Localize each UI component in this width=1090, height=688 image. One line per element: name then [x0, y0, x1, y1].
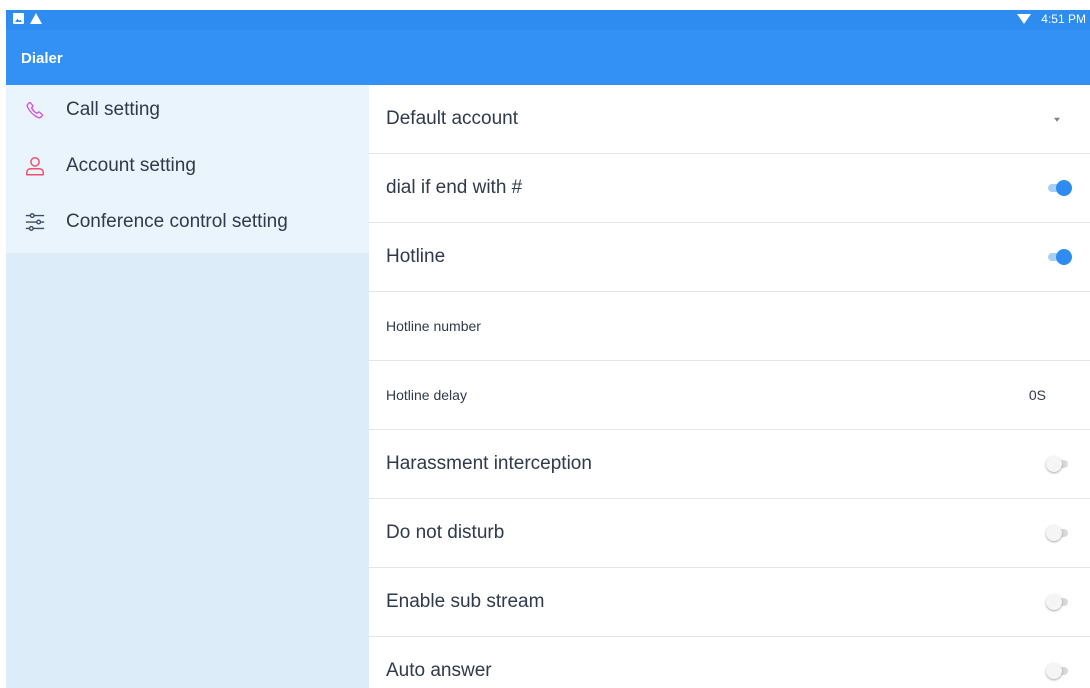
status-right: 4:51 PM: [1017, 12, 1086, 26]
sidebar-item-account-setting[interactable]: Account setting: [6, 155, 369, 211]
dial-if-end-with-hash-row[interactable]: dial if end with #: [369, 154, 1090, 223]
do-not-disturb-toggle[interactable]: [1046, 525, 1072, 541]
hotline-row[interactable]: Hotline: [369, 223, 1090, 292]
harassment-interception-toggle[interactable]: [1046, 456, 1072, 472]
sliders-icon: [24, 211, 46, 233]
dropdown-arrow-icon[interactable]: [1054, 117, 1060, 122]
hotline-delay-value: 0S: [1028, 387, 1046, 403]
toggle-thumb: [1056, 249, 1072, 265]
enable-sub-stream-toggle[interactable]: [1046, 594, 1072, 610]
image-icon: [13, 13, 24, 24]
sidebar-item-conference-control-setting[interactable]: Conference control setting: [6, 211, 369, 267]
auto-answer-toggle[interactable]: [1046, 663, 1072, 679]
harassment-interception-label: Harassment interception: [386, 453, 592, 474]
hotline-number-label: Hotline number: [386, 318, 481, 334]
dial-if-end-with-hash-label: dial if end with #: [386, 177, 523, 198]
sidebar-item-label: Call setting: [66, 99, 160, 120]
warning-icon: [30, 13, 42, 24]
hotline-delay-label: Hotline delay: [386, 387, 467, 403]
hotline-delay-row[interactable]: Hotline delay 0S: [369, 361, 1090, 430]
hotline-number-row[interactable]: Hotline number: [369, 292, 1090, 361]
app-title: Dialer: [21, 50, 63, 67]
toggle-thumb: [1056, 180, 1072, 196]
default-account-row[interactable]: Default account: [369, 85, 1090, 154]
status-bar: 4:51 PM: [6, 10, 1090, 30]
auto-answer-row[interactable]: Auto answer: [369, 637, 1090, 688]
toggle-thumb: [1046, 594, 1062, 610]
sidebar-menu: Call setting Account setting Conference …: [6, 85, 369, 253]
hotline-label: Hotline: [386, 246, 446, 267]
hotline-toggle[interactable]: [1046, 249, 1072, 265]
toggle-thumb: [1046, 663, 1062, 679]
settings-list: Default account dial if end with # Hotli…: [369, 85, 1090, 688]
sidebar-item-call-setting[interactable]: Call setting: [6, 99, 369, 155]
default-account-label: Default account: [386, 108, 519, 129]
harassment-interception-row[interactable]: Harassment interception: [369, 430, 1090, 499]
dial-if-end-with-hash-toggle[interactable]: [1046, 180, 1072, 196]
auto-answer-label: Auto answer: [386, 660, 492, 681]
phone-icon: [24, 99, 46, 121]
do-not-disturb-label: Do not disturb: [386, 522, 505, 543]
toggle-thumb: [1046, 525, 1062, 541]
toggle-thumb: [1046, 456, 1062, 472]
wifi-icon: [1017, 14, 1032, 24]
do-not-disturb-row[interactable]: Do not disturb: [369, 499, 1090, 568]
app-bar: Dialer: [6, 30, 1090, 85]
enable-sub-stream-row[interactable]: Enable sub stream: [369, 568, 1090, 637]
person-icon: [24, 155, 46, 177]
enable-sub-stream-label: Enable sub stream: [386, 591, 545, 612]
sidebar: Call setting Account setting Conference …: [6, 85, 369, 688]
sidebar-item-label: Conference control setting: [66, 211, 288, 232]
status-time: 4:51 PM: [1041, 12, 1086, 26]
sidebar-item-label: Account setting: [66, 155, 196, 176]
status-icons: [13, 13, 42, 24]
settings-screen: 4:51 PM Dialer Call setting Account sett…: [0, 0, 1090, 688]
